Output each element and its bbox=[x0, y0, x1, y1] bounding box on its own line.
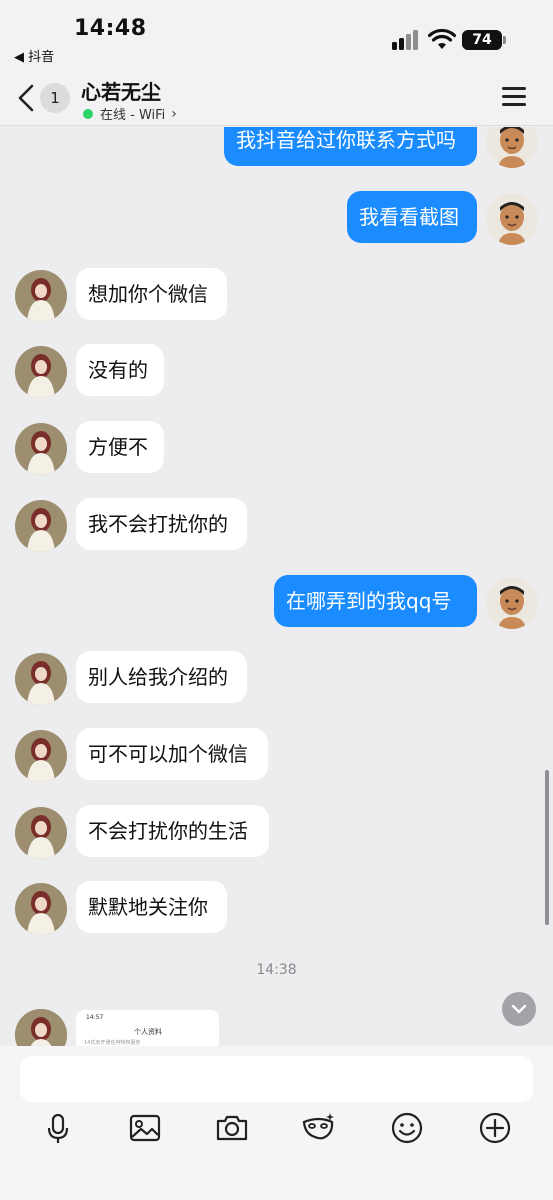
scroll-down-button[interactable] bbox=[502, 992, 536, 1026]
contact-avatar[interactable] bbox=[15, 423, 67, 475]
chevron-right-icon: › bbox=[171, 105, 177, 122]
cellular-signal-icon bbox=[392, 30, 420, 50]
camera-icon[interactable] bbox=[212, 1108, 252, 1148]
message-input[interactable] bbox=[20, 1056, 533, 1102]
incoming-message-bubble[interactable]: 别人给我介绍的 bbox=[76, 651, 247, 703]
mask-sticker-icon[interactable] bbox=[299, 1108, 339, 1148]
input-bar bbox=[0, 1046, 553, 1200]
my-avatar[interactable] bbox=[486, 127, 538, 168]
chevron-down-icon bbox=[511, 1004, 527, 1014]
message-list[interactable]: 我抖音给过你联系方式吗我看看截图想加你个微信 没有的方便不我不会打扰你的 在哪弄到的… bbox=[0, 127, 553, 1046]
online-status[interactable]: 在线 - WiFi › bbox=[83, 104, 177, 123]
my-avatar[interactable] bbox=[486, 577, 538, 629]
thumb-time: 14:57 bbox=[86, 1014, 104, 1021]
plus-icon[interactable] bbox=[475, 1108, 515, 1148]
outgoing-message-bubble[interactable]: 我看看截图 bbox=[347, 191, 477, 243]
incoming-message-bubble[interactable]: 想加你个微信 bbox=[76, 268, 227, 320]
chat-header: 1 心若无尘 在线 - WiFi › bbox=[0, 70, 553, 126]
thumb-subtitle: 14式未开通任何特权服务 bbox=[84, 1040, 141, 1046]
outgoing-message-bubble[interactable]: 在哪弄到的我qq号 bbox=[274, 575, 477, 627]
image-icon[interactable] bbox=[125, 1108, 165, 1148]
microphone-icon[interactable] bbox=[38, 1108, 78, 1148]
incoming-message-bubble[interactable]: 方便不 bbox=[76, 421, 164, 473]
incoming-message-bubble[interactable]: 不会打扰你的生活 bbox=[76, 805, 269, 857]
back-to-app-link[interactable]: ◀ 抖音 bbox=[14, 46, 54, 65]
contact-avatar[interactable] bbox=[15, 883, 67, 935]
contact-avatar[interactable] bbox=[15, 500, 67, 552]
screenshot-thumbnail[interactable]: 14:57 个人资料 14式未开通任何特权服务 bbox=[76, 1010, 219, 1050]
status-bar: 14:48 ◀ 抖音 74 bbox=[0, 0, 553, 70]
online-dot-icon bbox=[83, 108, 93, 119]
incoming-message-bubble[interactable]: 可不可以加个微信 bbox=[76, 728, 268, 780]
online-status-text: 在线 - WiFi bbox=[100, 108, 166, 123]
wifi-icon bbox=[428, 28, 456, 49]
incoming-message-bubble[interactable]: 我不会打扰你的 bbox=[76, 498, 247, 550]
contact-avatar[interactable] bbox=[15, 653, 67, 705]
contact-name[interactable]: 心若无尘 bbox=[81, 76, 161, 105]
status-time: 14:48 bbox=[74, 16, 147, 41]
message-timestamp: 14:38 bbox=[256, 962, 297, 978]
battery-indicator: 74 bbox=[462, 30, 506, 50]
unread-count-badge[interactable]: 1 bbox=[40, 83, 70, 113]
incoming-message-bubble[interactable]: 默默地关注你 bbox=[76, 881, 227, 933]
back-chevron-icon[interactable] bbox=[14, 82, 38, 114]
contact-avatar[interactable] bbox=[15, 346, 67, 398]
scrollbar[interactable] bbox=[545, 770, 549, 925]
contact-avatar[interactable] bbox=[15, 270, 67, 322]
my-avatar[interactable] bbox=[486, 193, 538, 245]
emoji-icon[interactable] bbox=[387, 1108, 427, 1148]
menu-button[interactable] bbox=[502, 86, 526, 108]
thumb-title: 个人资料 bbox=[134, 1028, 162, 1036]
incoming-message-bubble[interactable]: 没有的 bbox=[76, 344, 164, 396]
contact-avatar[interactable] bbox=[15, 807, 67, 859]
outgoing-message-bubble[interactable]: 我抖音给过你联系方式吗 bbox=[224, 127, 477, 166]
contact-avatar[interactable] bbox=[15, 730, 67, 782]
